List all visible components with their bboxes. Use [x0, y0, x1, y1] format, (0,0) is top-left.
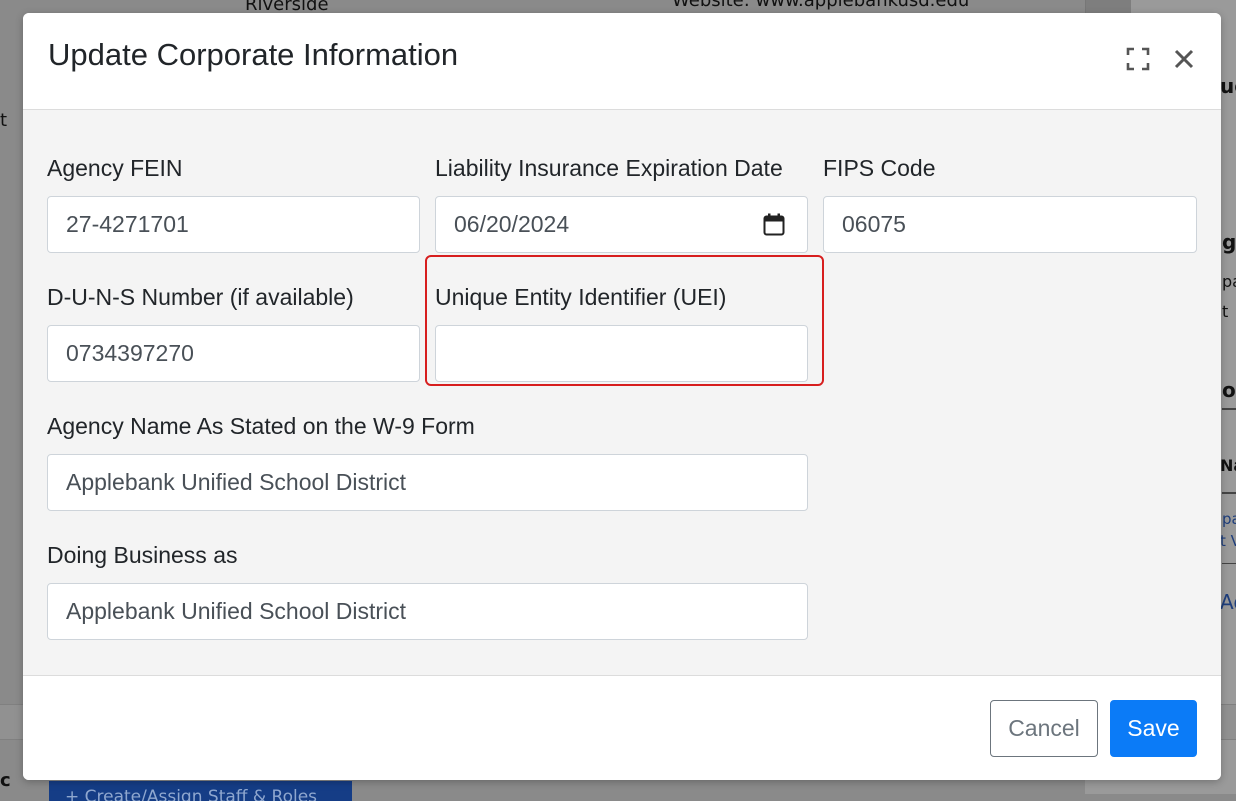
- duns-number-label: D-U-N-S Number (if available): [47, 284, 354, 310]
- background-fragment: Na: [1220, 456, 1236, 475]
- w9-agency-name-label: Agency Name As Stated on the W-9 Form: [47, 413, 475, 439]
- background-fragment: pa: [1222, 272, 1236, 291]
- doing-business-as-label: Doing Business as: [47, 542, 238, 568]
- background-fragment: g: [1222, 230, 1236, 254]
- fips-code-label: FIPS Code: [823, 155, 936, 181]
- uei-label: Unique Entity Identifier (UEI): [435, 284, 727, 310]
- background-divider: [1222, 492, 1236, 494]
- duns-number-input[interactable]: 0734397270: [47, 325, 420, 382]
- insurance-expiration-value: 06/20/2024: [454, 211, 570, 237]
- background-link: Ad: [1220, 590, 1236, 614]
- cancel-button[interactable]: Cancel: [990, 700, 1098, 757]
- background-divider: [1222, 563, 1236, 564]
- background-edge: [1085, 0, 1131, 14]
- modal-title: Update Corporate Information: [48, 37, 459, 72]
- background-link: pa: [1222, 510, 1236, 528]
- save-button[interactable]: Save: [1110, 700, 1197, 757]
- doing-business-as-input[interactable]: Applebank Unified School District: [47, 583, 808, 640]
- agency-fein-label: Agency FEIN: [47, 155, 183, 181]
- create-assign-staff-button: + Create/Assign Staff & Roles: [49, 781, 352, 801]
- background-divider: [1222, 408, 1236, 410]
- background-link: t V: [1220, 532, 1236, 550]
- calendar-icon[interactable]: [763, 213, 785, 236]
- close-icon[interactable]: [1171, 46, 1197, 72]
- fips-code-input[interactable]: 06075: [823, 196, 1197, 253]
- background-website-text: Website: www.applebankusd.edu: [672, 0, 970, 11]
- background-fragment: c: [0, 770, 11, 791]
- uei-input[interactable]: [435, 325, 808, 382]
- modal-footer: Cancel Save: [23, 675, 1221, 780]
- agency-fein-input[interactable]: 27-4271701: [47, 196, 420, 253]
- w9-agency-name-input[interactable]: Applebank Unified School District: [47, 454, 808, 511]
- update-corporate-info-modal: Update Corporate Information Agency FEIN…: [23, 13, 1221, 780]
- expand-icon[interactable]: [1125, 46, 1151, 72]
- background-fragment: t: [0, 110, 8, 131]
- modal-body: Agency FEIN 27-4271701 Liability Insuran…: [23, 110, 1221, 674]
- modal-header: Update Corporate Information: [23, 13, 1221, 110]
- background-fragment: t: [1222, 302, 1229, 321]
- background-fragment: on: [1222, 378, 1236, 402]
- insurance-expiration-label: Liability Insurance Expiration Date: [435, 155, 783, 181]
- insurance-expiration-date-input[interactable]: 06/20/2024: [435, 196, 808, 253]
- background-fragment: ue: [1220, 74, 1236, 98]
